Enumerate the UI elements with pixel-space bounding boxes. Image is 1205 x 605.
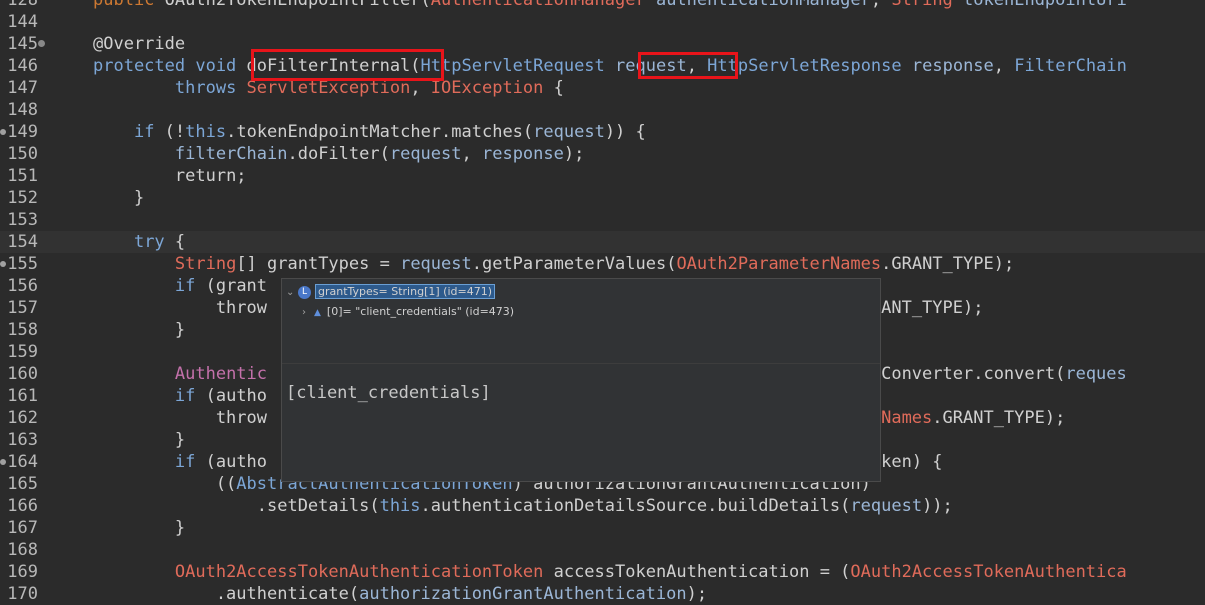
code-text: if (grant bbox=[174, 276, 268, 296]
code-line[interactable]: 145 @Override bbox=[0, 33, 1205, 55]
highlight-box-request bbox=[638, 52, 738, 79]
code-text: return; bbox=[174, 166, 247, 186]
code-text: protected void doFilterInternal(HttpServ… bbox=[93, 56, 1127, 76]
line-number[interactable]: 148 bbox=[0, 99, 38, 121]
variable-tree-root[interactable]: ⌄ LgrantTypes= String[1] (id=471) bbox=[286, 282, 495, 302]
code-line[interactable]: 146 protected void doFilterInternal(HttpS… bbox=[0, 55, 1205, 77]
line-number[interactable]: 163 bbox=[0, 429, 38, 451]
code-text: public OAuth2TokenEndpointFilter(Authent… bbox=[93, 0, 1127, 10]
line-number[interactable]: 165 bbox=[0, 473, 38, 495]
breakpoint-marker-icon[interactable] bbox=[0, 459, 6, 465]
code-line[interactable]: 144 bbox=[0, 11, 1205, 33]
code-line[interactable]: 150 filterChain.doFilter(request, respon… bbox=[0, 143, 1205, 165]
line-number[interactable]: 167 bbox=[0, 517, 38, 539]
line-number[interactable]: 160 bbox=[0, 363, 38, 385]
line-number[interactable]: 154 bbox=[0, 231, 38, 253]
line-number[interactable]: 150 bbox=[0, 143, 38, 165]
variable-root-label: grantTypes= String[1] (id=471) bbox=[315, 284, 495, 299]
line-number[interactable]: 145 bbox=[0, 33, 38, 55]
line-number[interactable]: 157 bbox=[0, 297, 38, 319]
variable-tree-child[interactable]: › ▲ [0]= "client_credentials" (id=473) bbox=[302, 302, 514, 322]
local-variable-icon: L bbox=[298, 285, 311, 299]
breakpoint-marker-icon[interactable] bbox=[0, 129, 6, 135]
code-line[interactable]: 147 throws ServletException, IOException… bbox=[0, 77, 1205, 99]
code-line[interactable]: 153 bbox=[0, 209, 1205, 231]
code-text: if (autho bbox=[174, 386, 268, 406]
code-line[interactable]: 128 public OAuth2TokenEndpointFilter(Auth… bbox=[0, 0, 1205, 11]
code-text: .authenticate(authorizationGrantAuthenti… bbox=[93, 584, 708, 604]
code-text: } bbox=[93, 430, 186, 450]
chevron-down-icon[interactable]: ⌄ bbox=[286, 283, 298, 303]
code-line[interactable]: 152 } bbox=[0, 187, 1205, 209]
breakpoint-marker-icon[interactable] bbox=[0, 261, 6, 267]
highlight-box-doFilterInternal bbox=[251, 49, 444, 81]
code-editor[interactable]: 128 public OAuth2TokenEndpointFilter(Auth… bbox=[0, 0, 1205, 605]
code-text: filterChain.doFilter(request, response); bbox=[174, 144, 585, 164]
line-number[interactable]: 146 bbox=[0, 55, 38, 77]
code-line[interactable]: 170 .authenticate(authorizationGrantAuth… bbox=[0, 583, 1205, 605]
code-text: .setDetails(this.authenticationDetailsSo… bbox=[93, 496, 953, 516]
code-line[interactable]: 149 if (!this.tokenEndpointMatcher.match… bbox=[0, 121, 1205, 143]
line-number[interactable]: 168 bbox=[0, 539, 38, 561]
code-line[interactable]: 154 try { bbox=[0, 231, 1205, 253]
code-text: } bbox=[93, 188, 145, 208]
line-number[interactable]: 158 bbox=[0, 319, 38, 341]
code-line[interactable]: 151 return; bbox=[0, 165, 1205, 187]
line-number[interactable]: 156 bbox=[0, 275, 38, 297]
line-number[interactable]: 170 bbox=[0, 583, 38, 605]
code-line[interactable]: 148 bbox=[0, 99, 1205, 121]
code-line[interactable]: 169 OAuth2AccessTokenAuthenticationToken… bbox=[0, 561, 1205, 583]
array-element-icon: ▲ bbox=[314, 308, 321, 318]
code-line[interactable]: 167 } bbox=[0, 517, 1205, 539]
line-number[interactable]: 162 bbox=[0, 407, 38, 429]
line-number[interactable]: 169 bbox=[0, 561, 38, 583]
line-number[interactable]: 166 bbox=[0, 495, 38, 517]
code-line[interactable]: 155 String[] grantTypes = request.getPar… bbox=[0, 253, 1205, 275]
code-text: @Override bbox=[93, 34, 186, 54]
line-number[interactable]: 151 bbox=[0, 165, 38, 187]
line-number[interactable]: 153 bbox=[0, 209, 38, 231]
line-number[interactable]: 161 bbox=[0, 385, 38, 407]
variable-child-label: [0]= "client_credentials" (id=473) bbox=[326, 305, 515, 318]
code-line[interactable]: 168 bbox=[0, 539, 1205, 561]
line-number[interactable]: 147 bbox=[0, 77, 38, 99]
line-number[interactable]: 128 bbox=[0, 0, 38, 11]
code-text: } bbox=[93, 518, 186, 538]
code-text: try { bbox=[133, 232, 186, 252]
code-text: String[] grantTypes = request.getParamet… bbox=[174, 254, 1015, 274]
code-text: } bbox=[93, 320, 186, 340]
line-number[interactable]: 159 bbox=[0, 341, 38, 363]
line-number[interactable]: 144 bbox=[0, 11, 38, 33]
chevron-right-icon[interactable]: › bbox=[302, 303, 314, 323]
popup-divider bbox=[282, 363, 880, 364]
code-text: OAuth2AccessTokenAuthenticationToken acc… bbox=[174, 562, 1127, 582]
code-line[interactable]: 166 .setDetails(this.authenticationDetai… bbox=[0, 495, 1205, 517]
fold-toggle-icon[interactable] bbox=[38, 40, 45, 47]
code-text: if (!this.tokenEndpointMatcher.matches(r… bbox=[133, 122, 646, 142]
variable-detail-value: [client_credentials] bbox=[286, 383, 491, 403]
debug-variable-popup[interactable]: ⌄ LgrantTypes= String[1] (id=471) › ▲ [0]= … bbox=[281, 278, 881, 482]
line-number[interactable]: 152 bbox=[0, 187, 38, 209]
